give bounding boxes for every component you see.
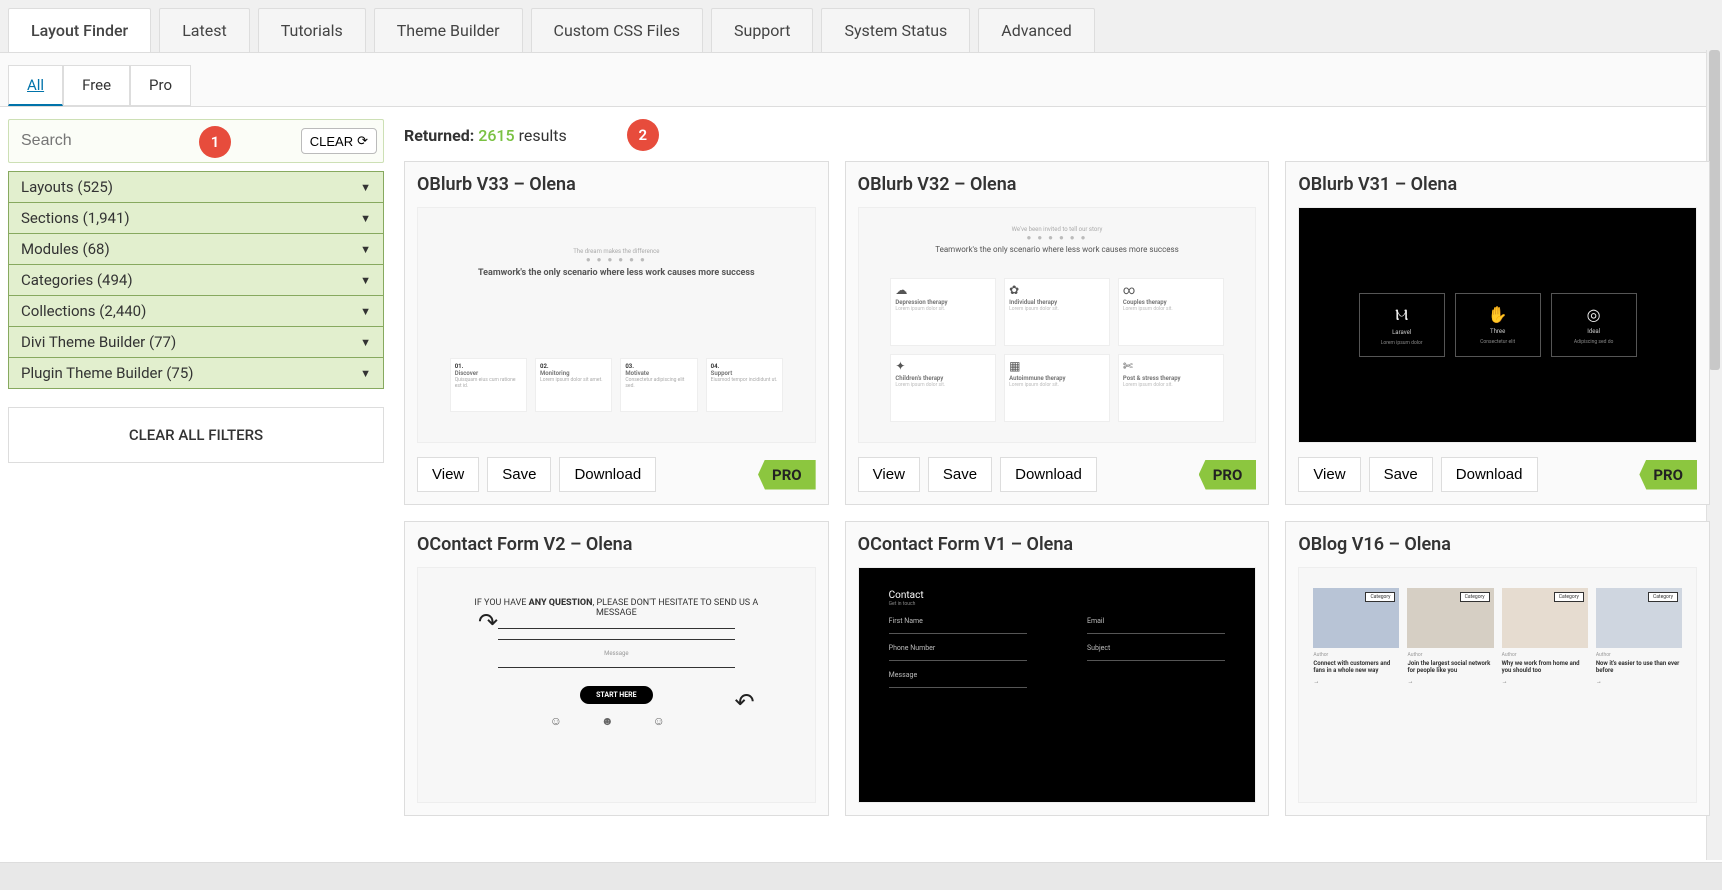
card-title: OBlurb V31 – Olena bbox=[1298, 174, 1697, 195]
card-title: OContact Form V1 – Olena bbox=[858, 534, 1257, 555]
subtab-all[interactable]: All bbox=[8, 65, 63, 106]
layout-card: OBlurb V31 – Olena ⲘLaravelLorem ipsum d… bbox=[1285, 161, 1710, 505]
layout-card: OBlurb V33 – Olena The dream makes the d… bbox=[404, 161, 829, 505]
save-button[interactable]: Save bbox=[487, 457, 551, 492]
filter-layouts[interactable]: Layouts (525)▼ bbox=[8, 171, 384, 203]
returned-count: 2615 bbox=[478, 126, 514, 145]
card-thumbnail[interactable]: IF YOU HAVE ANY QUESTION, PLEASE DON'T H… bbox=[417, 567, 816, 803]
tab-custom-css[interactable]: Custom CSS Files bbox=[531, 8, 703, 52]
chevron-down-icon: ▼ bbox=[360, 367, 371, 380]
search-input[interactable] bbox=[9, 132, 301, 150]
returned-suffix: results bbox=[519, 126, 567, 145]
chevron-down-icon: ▼ bbox=[360, 212, 371, 225]
card-thumbnail[interactable]: The dream makes the difference ● ● ● ● ●… bbox=[417, 207, 816, 443]
chevron-down-icon: ▼ bbox=[360, 243, 371, 256]
primary-tabs: Layout Finder Latest Tutorials Theme Bui… bbox=[0, 0, 1722, 53]
search-wrapper: 1 CLEAR ⟳ bbox=[8, 119, 384, 163]
filter-plugin-theme-builder[interactable]: Plugin Theme Builder (75)▼ bbox=[8, 357, 384, 389]
card-thumbnail[interactable]: CategoryAuthorConnect with customers and… bbox=[1298, 567, 1697, 803]
tab-tutorials[interactable]: Tutorials bbox=[258, 8, 366, 52]
layout-card: OBlurb V32 – Olena We've been invited to… bbox=[845, 161, 1270, 505]
download-button[interactable]: Download bbox=[1000, 457, 1097, 492]
tab-theme-builder[interactable]: Theme Builder bbox=[374, 8, 523, 52]
save-button[interactable]: Save bbox=[1369, 457, 1433, 492]
callout-badge-1: 1 bbox=[199, 126, 231, 158]
cards-grid: OBlurb V33 – Olena The dream makes the d… bbox=[404, 161, 1710, 816]
tab-layout-finder[interactable]: Layout Finder bbox=[8, 8, 151, 52]
clear-all-filters-button[interactable]: CLEAR ALL FILTERS bbox=[8, 407, 384, 463]
view-button[interactable]: View bbox=[417, 457, 479, 492]
chevron-down-icon: ▼ bbox=[360, 336, 371, 349]
view-button[interactable]: View bbox=[1298, 457, 1360, 492]
subtab-pro[interactable]: Pro bbox=[130, 65, 191, 106]
bottom-bar bbox=[0, 862, 1722, 890]
download-button[interactable]: Download bbox=[1441, 457, 1538, 492]
results-area: Returned: 2615 results 2 OBlurb V33 – Ol… bbox=[392, 107, 1722, 890]
save-button[interactable]: Save bbox=[928, 457, 992, 492]
card-title: OContact Form V2 – Olena bbox=[417, 534, 816, 555]
returned-prefix: Returned: bbox=[404, 126, 474, 145]
clear-search-button[interactable]: CLEAR ⟳ bbox=[301, 128, 377, 154]
card-title: OBlog V16 – Olena bbox=[1298, 534, 1697, 555]
download-button[interactable]: Download bbox=[559, 457, 656, 492]
card-thumbnail[interactable]: Contact Get in touch First NameEmail Pho… bbox=[858, 567, 1257, 803]
card-thumbnail[interactable]: We've been invited to tell our story ● ●… bbox=[858, 207, 1257, 443]
layout-card: OContact Form V2 – Olena IF YOU HAVE ANY… bbox=[404, 521, 829, 816]
tab-system-status[interactable]: System Status bbox=[821, 8, 970, 52]
tab-support[interactable]: Support bbox=[711, 8, 813, 52]
filter-categories[interactable]: Categories (494)▼ bbox=[8, 264, 384, 296]
layout-card: OBlog V16 – Olena CategoryAuthorConnect … bbox=[1285, 521, 1710, 816]
filters-list: Layouts (525)▼ Sections (1,941)▼ Modules… bbox=[8, 171, 384, 389]
filter-divi-theme-builder[interactable]: Divi Theme Builder (77)▼ bbox=[8, 326, 384, 358]
chevron-down-icon: ▼ bbox=[360, 181, 371, 194]
card-title: OBlurb V33 – Olena bbox=[417, 174, 816, 195]
results-count-row: Returned: 2615 results 2 bbox=[404, 119, 1710, 151]
pro-badge: PRO bbox=[1639, 460, 1697, 490]
tab-latest[interactable]: Latest bbox=[159, 8, 250, 52]
refresh-icon: ⟳ bbox=[357, 133, 368, 149]
sidebar: 1 CLEAR ⟳ Layouts (525)▼ Sections (1,941… bbox=[0, 107, 392, 890]
subtab-free[interactable]: Free bbox=[63, 65, 130, 106]
pro-badge: PRO bbox=[1199, 460, 1257, 490]
chevron-down-icon: ▼ bbox=[360, 305, 371, 318]
callout-badge-2: 2 bbox=[627, 119, 659, 151]
pro-badge: PRO bbox=[758, 460, 816, 490]
clear-label: CLEAR bbox=[310, 134, 353, 149]
tab-advanced[interactable]: Advanced bbox=[978, 8, 1095, 52]
sub-tabs: All Free Pro bbox=[0, 53, 1722, 107]
filter-collections[interactable]: Collections (2,440)▼ bbox=[8, 295, 384, 327]
card-title: OBlurb V32 – Olena bbox=[858, 174, 1257, 195]
layout-card: OContact Form V1 – Olena Contact Get in … bbox=[845, 521, 1270, 816]
chevron-down-icon: ▼ bbox=[360, 274, 371, 287]
filter-sections[interactable]: Sections (1,941)▼ bbox=[8, 202, 384, 234]
filter-modules[interactable]: Modules (68)▼ bbox=[8, 233, 384, 265]
view-button[interactable]: View bbox=[858, 457, 920, 492]
card-thumbnail[interactable]: ⲘLaravelLorem ipsum dolor ✋ThreeConsecte… bbox=[1298, 207, 1697, 443]
